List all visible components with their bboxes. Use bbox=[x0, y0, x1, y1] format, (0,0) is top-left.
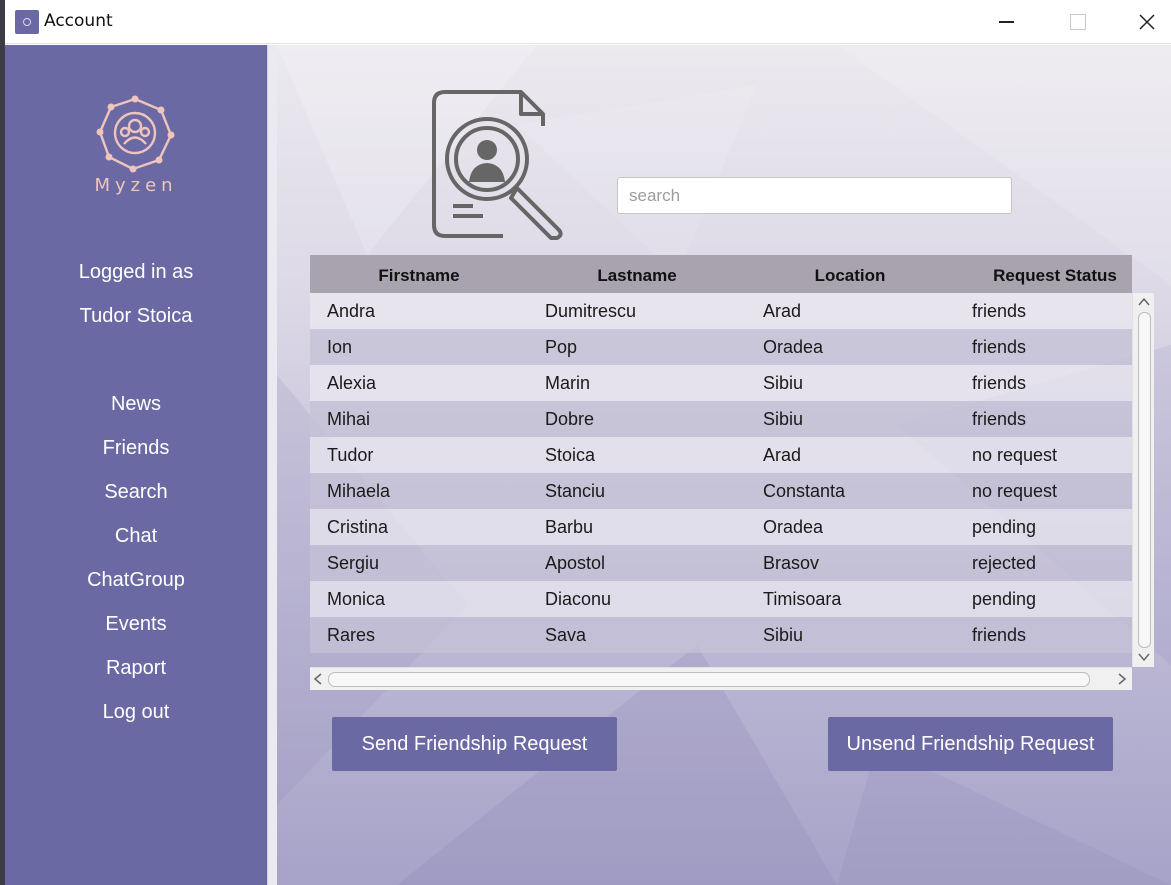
nav-news[interactable]: News bbox=[5, 393, 267, 416]
cell-lastname: Stoica bbox=[545, 445, 596, 465]
vertical-scrollbar[interactable] bbox=[1132, 293, 1154, 667]
cell-lastname: Dumitrescu bbox=[545, 301, 637, 321]
table-row[interactable]: Rares Sava Sibiu friends bbox=[310, 617, 1132, 653]
nav-logout[interactable]: Log out bbox=[5, 701, 267, 724]
cell-lastname: Pop bbox=[545, 337, 578, 357]
column-location[interactable]: Location bbox=[746, 255, 954, 293]
table-row[interactable]: Monica Diaconu Timisoara pending bbox=[310, 581, 1132, 617]
cell-request-status: friends bbox=[972, 373, 1027, 393]
logged-in-user: Tudor Stoica bbox=[79, 305, 193, 327]
app-icon bbox=[15, 10, 39, 34]
cell-location: Brasov bbox=[763, 553, 820, 573]
cell-request-status: no request bbox=[972, 445, 1058, 465]
cell-firstname: Tudor bbox=[327, 445, 374, 465]
logged-in-label: Logged in as bbox=[78, 261, 194, 283]
send-friendship-request-button[interactable]: Send Friendship Request bbox=[332, 717, 617, 771]
cell-firstname: Sergiu bbox=[327, 553, 380, 573]
cell-request-status: friends bbox=[972, 301, 1027, 321]
close-icon[interactable] bbox=[1124, 0, 1170, 44]
cell-request-status: friends bbox=[972, 337, 1027, 357]
table-body: Andra Dumitrescu Arad friends Ion Pop Oradea fr… bbox=[310, 293, 1132, 667]
column-lastname[interactable]: Lastname bbox=[528, 255, 746, 293]
cell-firstname: Ion bbox=[327, 337, 353, 357]
cell-location: Arad bbox=[763, 445, 802, 465]
cell-location: Timisoara bbox=[763, 589, 842, 609]
table-header: Firstname Lastname Location Request Stat… bbox=[310, 255, 1132, 293]
cell-firstname: Cristina bbox=[327, 517, 389, 537]
unsend-friendship-request-button[interactable]: Unsend Friendship Request bbox=[828, 717, 1113, 771]
panel-divider bbox=[267, 45, 277, 885]
scroll-left-icon[interactable] bbox=[313, 673, 322, 685]
table-row[interactable]: Tudor Stoica Arad no request bbox=[310, 437, 1132, 473]
cell-request-status: no request bbox=[972, 481, 1058, 501]
cell-lastname: Marin bbox=[545, 373, 591, 393]
cell-lastname: Sava bbox=[545, 625, 587, 645]
friends-table: Firstname Lastname Location Request Stat… bbox=[310, 255, 1154, 690]
column-firstname[interactable]: Firstname bbox=[310, 255, 528, 293]
cell-request-status: friends bbox=[972, 409, 1027, 429]
main-panel: Firstname Lastname Location Request Stat… bbox=[277, 45, 1171, 885]
cell-request-status: pending bbox=[972, 589, 1037, 609]
cell-request-status: rejected bbox=[972, 553, 1037, 573]
cell-firstname: Rares bbox=[327, 625, 376, 645]
cell-firstname: Mihaela bbox=[327, 481, 391, 501]
table-row[interactable]: Andra Dumitrescu Arad friends bbox=[310, 293, 1132, 329]
table-row[interactable]: Ion Pop Oradea friends bbox=[310, 329, 1132, 365]
myzen-logo-icon bbox=[95, 93, 175, 178]
cell-location: Oradea bbox=[763, 337, 824, 357]
table-row[interactable]: Sergiu Apostol Brasov rejected bbox=[310, 545, 1132, 581]
brand-name: Myzen bbox=[94, 175, 178, 196]
cell-lastname: Apostol bbox=[545, 553, 606, 573]
cell-location: Sibiu bbox=[763, 409, 804, 429]
window-title: Account bbox=[44, 11, 113, 31]
cell-firstname: Mihai bbox=[327, 409, 371, 429]
scroll-right-icon[interactable] bbox=[1118, 673, 1127, 685]
cell-lastname: Barbu bbox=[545, 517, 594, 537]
nav-friends[interactable]: Friends bbox=[5, 437, 267, 460]
nav-raport[interactable]: Raport bbox=[5, 657, 267, 680]
nav-chat[interactable]: Chat bbox=[5, 525, 267, 548]
cell-location: Constanta bbox=[763, 481, 846, 501]
vertical-scroll-thumb[interactable] bbox=[1138, 312, 1151, 648]
nav-chatgroup[interactable]: ChatGroup bbox=[5, 569, 267, 592]
table-row[interactable]: Cristina Barbu Oradea pending bbox=[310, 509, 1132, 545]
column-request-status[interactable]: Request Status bbox=[954, 255, 1156, 293]
table-row[interactable]: Alexia Marin Sibiu friends bbox=[310, 365, 1132, 401]
cell-location: Oradea bbox=[763, 517, 824, 537]
cell-request-status: pending bbox=[972, 517, 1037, 537]
title-bar: Account bbox=[5, 0, 1171, 44]
cell-location: Sibiu bbox=[763, 373, 804, 393]
cell-lastname: Stanciu bbox=[545, 481, 606, 501]
cell-firstname: Alexia bbox=[327, 373, 377, 393]
horizontal-scrollbar[interactable] bbox=[310, 667, 1132, 690]
table-row[interactable]: Mihaela Stanciu Constanta no request bbox=[310, 473, 1132, 509]
horizontal-scroll-thumb[interactable] bbox=[328, 672, 1090, 687]
maximize-icon[interactable] bbox=[1053, 0, 1099, 44]
cell-firstname: Monica bbox=[327, 589, 386, 609]
nav-events[interactable]: Events bbox=[5, 613, 267, 636]
cell-firstname: Andra bbox=[327, 301, 376, 321]
cell-location: Arad bbox=[763, 301, 802, 321]
profile-search-icon bbox=[431, 90, 567, 245]
cell-request-status: friends bbox=[972, 625, 1027, 645]
cell-lastname: Dobre bbox=[545, 409, 595, 429]
minimize-icon[interactable] bbox=[983, 0, 1029, 44]
search-input[interactable] bbox=[617, 177, 1012, 214]
cell-lastname: Diaconu bbox=[545, 589, 612, 609]
scroll-down-icon[interactable] bbox=[1138, 653, 1150, 662]
cell-location: Sibiu bbox=[763, 625, 804, 645]
nav-search[interactable]: Search bbox=[5, 481, 267, 504]
scroll-up-icon[interactable] bbox=[1138, 297, 1150, 306]
table-row[interactable]: Mihai Dobre Sibiu friends bbox=[310, 401, 1132, 437]
sidebar: Myzen Logged in as Tudor Stoica News Fri… bbox=[5, 45, 267, 885]
